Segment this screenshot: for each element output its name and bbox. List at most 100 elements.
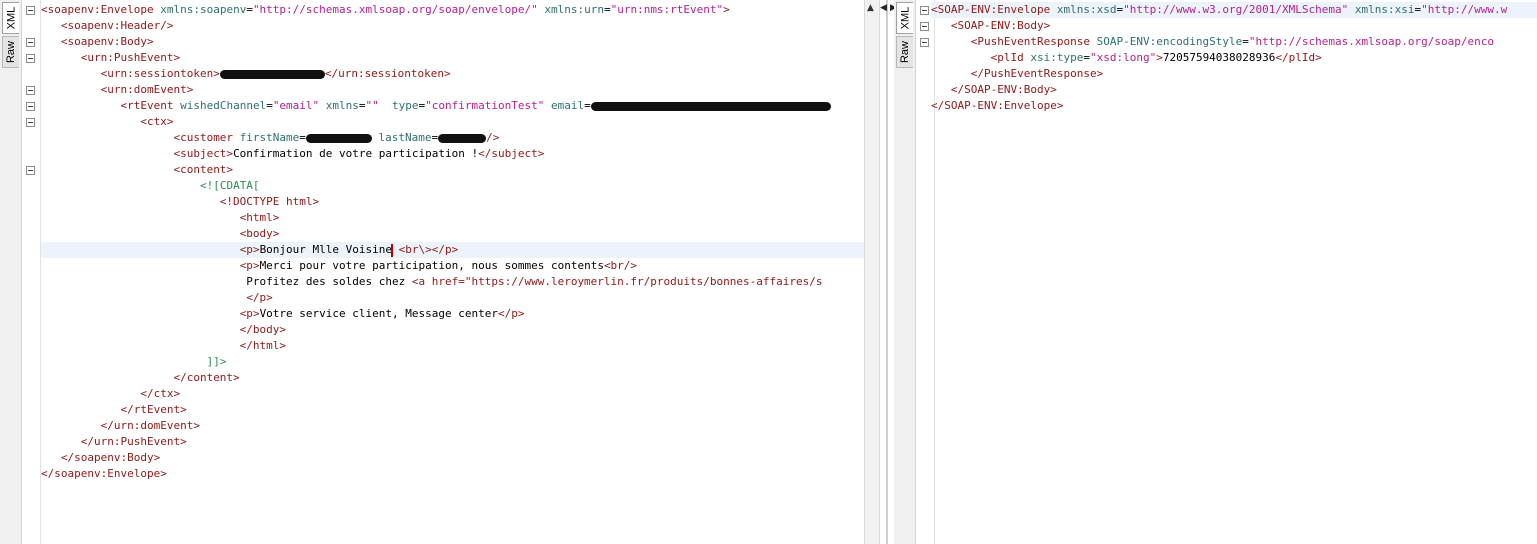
code-line[interactable]: </body> [41,322,864,338]
xml-token: <urn:PushEvent> [80,51,181,64]
request-vertical-scrollbar[interactable]: ▲ [864,0,880,544]
xml-token [41,339,240,352]
code-line[interactable]: <soapenv:Body> [41,34,864,50]
code-line[interactable]: <PushEventResponse SOAP-ENV:encodingStyl… [931,34,1537,50]
response-tab-xml[interactable]: XML [896,2,913,34]
collapse-node-icon[interactable] [26,6,35,15]
code-line[interactable]: </urn:PushEvent> [41,434,864,450]
code-line[interactable]: <content> [41,162,864,178]
request-tab-xml[interactable]: XML [2,2,19,34]
xml-token: xmlns:urn [544,3,604,16]
code-line[interactable]: <html> [41,210,864,226]
xml-token: = [299,131,306,144]
code-line[interactable]: <urn:sessiontoken> </urn:sessiontoken> [41,66,864,82]
xml-token: Bonjour Mlle Voisine [259,243,393,256]
code-line[interactable]: </content> [41,370,864,386]
code-line[interactable]: <SOAP-ENV:Envelope xmlns:xsd="http://www… [931,2,1537,18]
code-line[interactable]: <urn:PushEvent> [41,50,864,66]
splitter-handle[interactable] [886,0,888,544]
code-line[interactable]: <customer firstName= lastName=/> [41,130,864,146]
code-line[interactable]: </p> [41,290,864,306]
response-view-tabs: XML Raw [894,0,916,544]
xml-token: </p> [246,291,273,304]
xml-token: <plId [990,51,1031,64]
code-line[interactable]: <ctx> [41,114,864,130]
code-line[interactable]: <rtEvent wishedChannel="email" xmlns="" … [41,98,864,114]
code-line[interactable]: <p>Votre service client, Message center<… [41,306,864,322]
xml-token [41,35,61,48]
xml-token [41,195,220,208]
collapse-node-icon[interactable] [26,166,35,175]
collapse-node-icon[interactable] [26,102,35,111]
xml-token: </subject> [478,147,545,160]
xml-token: > [1156,51,1163,64]
code-line[interactable]: <SOAP-ENV:Body> [931,18,1537,34]
xml-token: <SOAP-ENV:Envelope [931,3,1057,16]
xml-token: </content> [173,371,240,384]
request-fold-gutter [22,0,41,544]
collapse-node-icon[interactable] [920,6,929,15]
response-xml-viewer[interactable]: <SOAP-ENV:Envelope xmlns:xsd = "http://www… [931,2,1537,114]
code-line[interactable]: <![CDATA[ [41,178,864,194]
code-line[interactable]: </SOAP-ENV:Body> [931,82,1537,98]
code-line[interactable]: <!DOCTYPE html> [41,194,864,210]
xml-token [41,163,173,176]
code-line[interactable]: </SOAP-ENV:Envelope> [931,98,1537,114]
xml-token: </ctx> [140,387,181,400]
collapse-node-icon[interactable] [26,54,35,63]
code-line[interactable]: </soapenv:Body> [41,450,864,466]
xml-token [41,387,140,400]
xml-token [41,211,240,224]
xml-token: </p> [431,243,459,256]
collapse-node-icon[interactable] [26,38,35,47]
code-line[interactable]: <subject>Confirmation de votre participa… [41,146,864,162]
code-line[interactable]: <urn:domEvent> [41,82,864,98]
redacted-value [438,133,487,143]
xml-token: wishedChannel [180,99,267,112]
code-line[interactable]: </rtEvent> [41,402,864,418]
xml-token [41,291,246,304]
xml-token [392,243,399,256]
request-tab-raw[interactable]: Raw [2,36,19,68]
xml-token: <soapenv:Envelope [41,3,161,16]
redacted-value [219,69,325,79]
code-line[interactable]: </urn:domEvent> [41,418,864,434]
xml-token [41,227,240,240]
scroll-up-arrow-icon[interactable]: ▲ [867,3,874,13]
code-line[interactable]: <p>Bonjour Mlle Voisine <br\></p> [41,242,864,258]
xml-token: lastName [378,131,432,144]
collapse-left-chevron-icon[interactable]: ◀ [880,3,887,13]
xml-token: <br\> [398,243,432,256]
xml-token: </rtEvent> [120,403,187,416]
xml-token: = [1242,35,1249,48]
code-line[interactable]: <p>Merci pour votre participation, nous … [41,258,864,274]
code-line[interactable]: Profitez des soldes chez <a href="https:… [41,274,864,290]
xml-token [41,323,240,336]
code-line[interactable]: <plId xsi:type="xsd:long">72057594038028… [931,50,1537,66]
code-line[interactable]: <body> [41,226,864,242]
request-xml-editor[interactable]: <soapenv:Envelope xmlns:soapenv="http://… [41,2,864,482]
response-tab-raw[interactable]: Raw [896,36,913,68]
collapse-node-icon[interactable] [920,38,929,47]
xml-token [41,115,140,128]
xml-token: <p> [239,243,260,256]
xml-token: </urn:PushEvent> [80,435,187,448]
xml-token: xmlns [325,99,359,112]
xml-token: "http://www.w [1421,3,1508,16]
code-line[interactable]: <soapenv:Header/> [41,18,864,34]
code-line[interactable]: </ctx> [41,386,864,402]
xml-token [931,83,951,96]
code-line[interactable]: </html> [41,338,864,354]
collapse-node-icon[interactable] [26,86,35,95]
code-line[interactable]: </PushEventResponse> [931,66,1537,82]
code-line[interactable]: </soapenv:Envelope> [41,466,864,482]
xml-token: xmlns:soapenv [160,3,247,16]
xml-token [931,19,951,32]
xml-token: </html> [239,339,287,352]
xml-token: <![CDATA[ [199,179,260,192]
collapse-node-icon[interactable] [920,22,929,31]
code-line[interactable]: ]]> [41,354,864,370]
collapse-node-icon[interactable] [26,118,35,127]
xml-token [41,259,240,272]
code-line[interactable]: <soapenv:Envelope xmlns:soapenv="http://… [41,2,864,18]
